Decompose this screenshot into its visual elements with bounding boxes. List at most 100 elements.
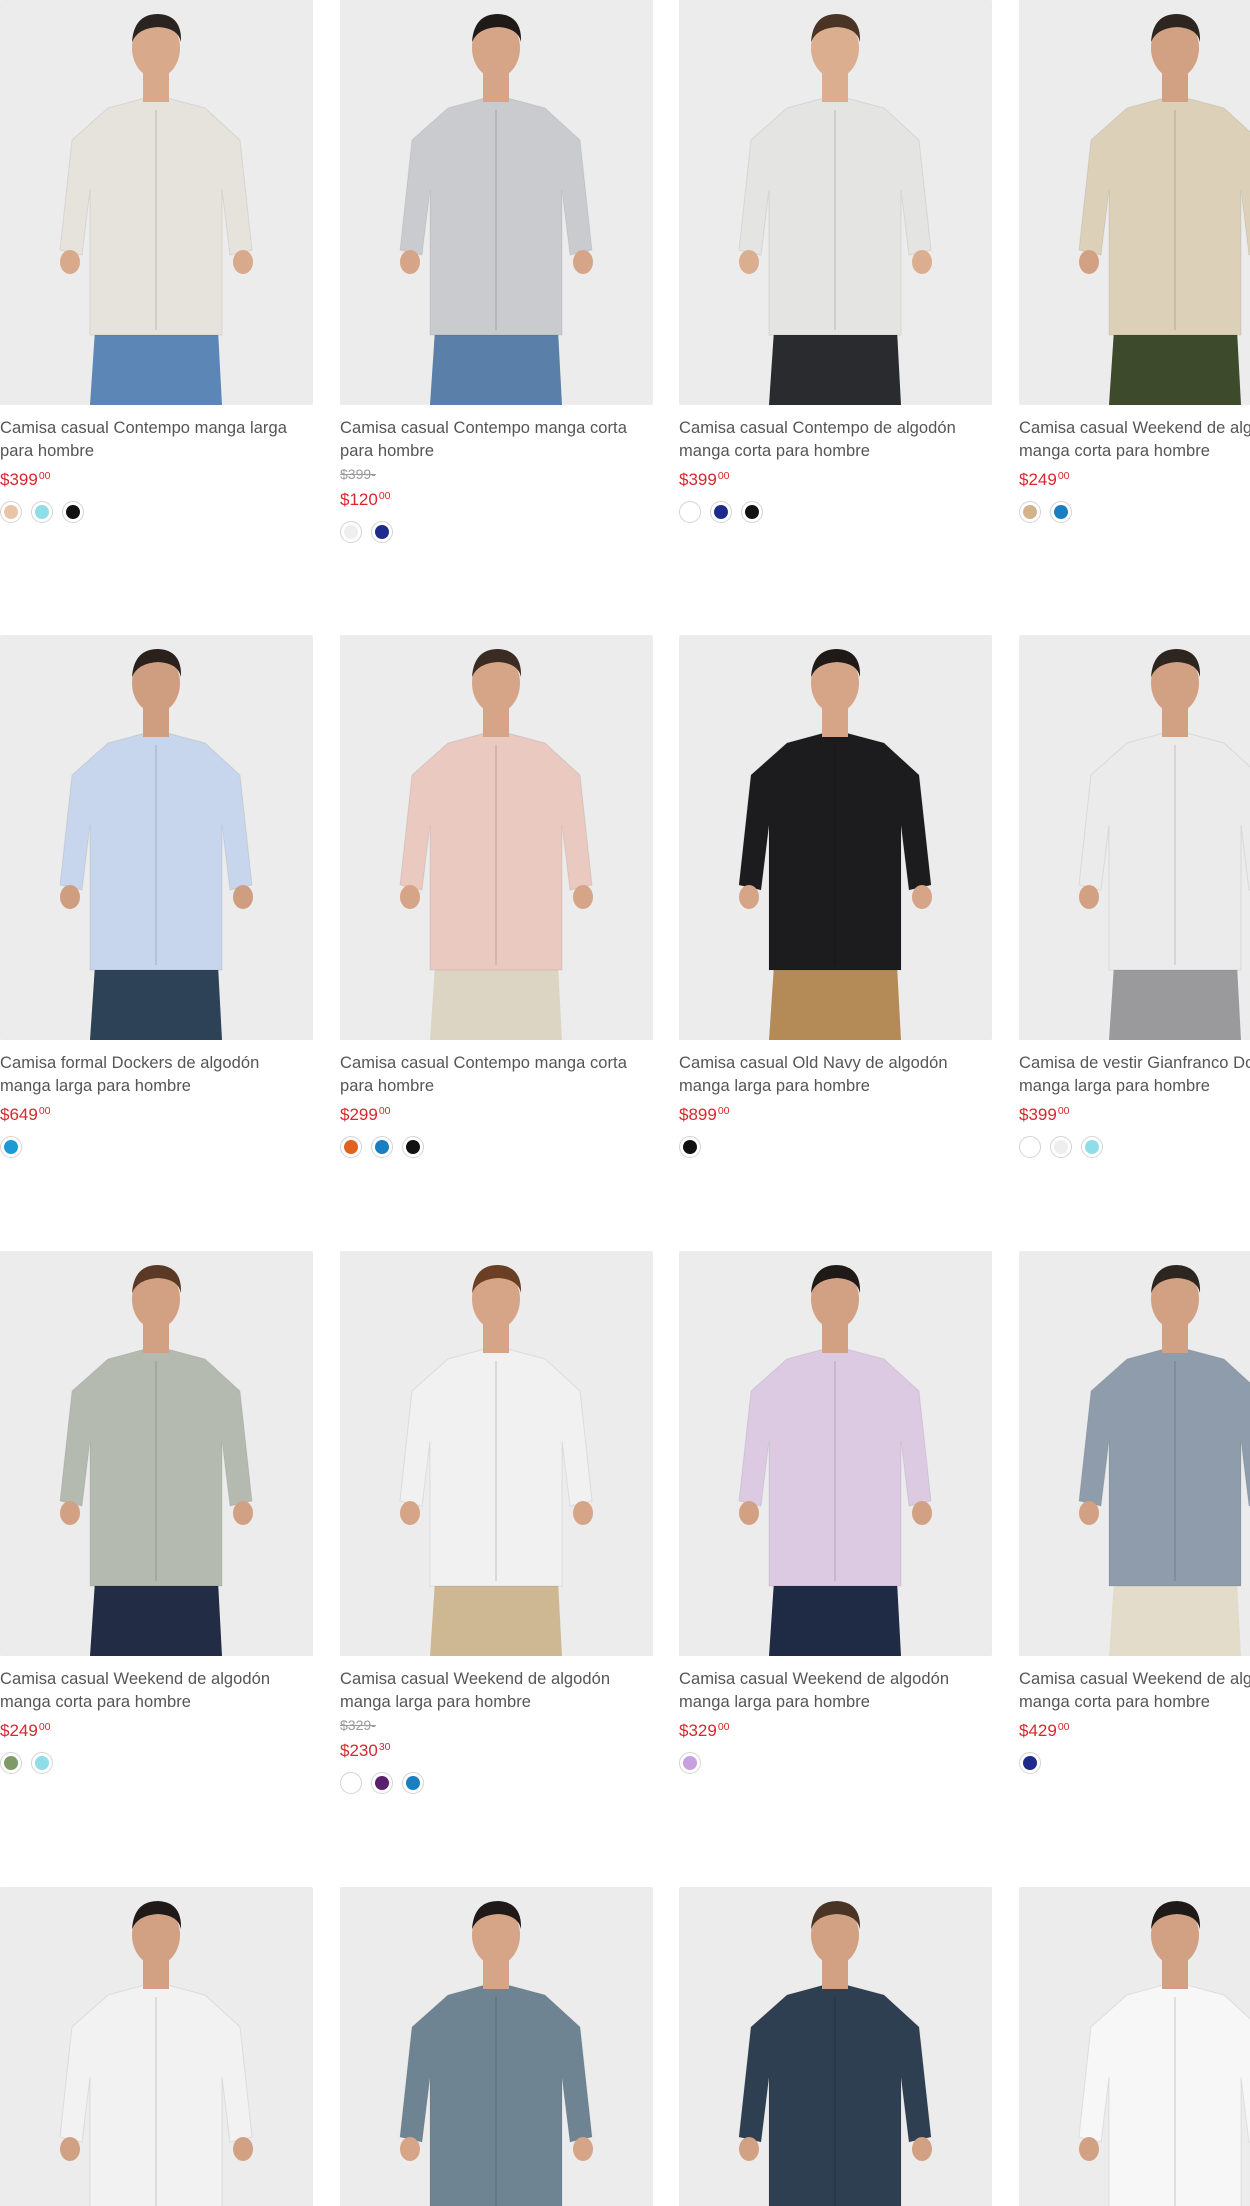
price-amount: $299 (340, 1105, 378, 1124)
price-cents: 00 (38, 1721, 51, 1733)
color-swatch[interactable] (340, 521, 362, 543)
color-swatches (340, 1772, 653, 1798)
product-image[interactable] (340, 635, 653, 1040)
product-title[interactable]: Camisa casual Contempo manga larga para … (0, 417, 313, 463)
product-title[interactable]: Camisa formal Dockers de algodón manga l… (0, 1052, 313, 1098)
product-price: $39900 (679, 465, 992, 491)
product-card[interactable] (679, 1887, 992, 2206)
color-swatch[interactable] (340, 1136, 362, 1158)
product-card[interactable] (1019, 1887, 1250, 2206)
color-swatch[interactable] (0, 501, 22, 523)
color-swatch[interactable] (31, 1752, 53, 1774)
product-price: $39900 (1019, 1100, 1250, 1126)
product-card[interactable]: Camisa casual Old Navy de algodón manga … (679, 635, 992, 1162)
product-image[interactable] (0, 635, 313, 1040)
color-swatches (340, 1136, 653, 1162)
pants-shape (1109, 965, 1241, 1040)
pants-shape (90, 1581, 222, 1656)
color-swatch[interactable] (62, 501, 84, 523)
product-image[interactable] (679, 635, 992, 1040)
color-swatches (0, 1752, 313, 1778)
product-card[interactable]: Camisa de vestir Gianfranco Dormi manga … (1019, 635, 1250, 1162)
product-image[interactable] (340, 0, 653, 405)
product-card[interactable]: Camisa casual Weekend de algodón manga l… (340, 1251, 653, 1798)
color-swatch[interactable] (340, 1772, 362, 1794)
price-cents: 00 (717, 470, 730, 482)
product-card[interactable] (340, 1887, 653, 2206)
product-title[interactable]: Camisa casual Weekend de algodón manga c… (0, 1668, 313, 1714)
product-card[interactable]: Camisa casual Contempo manga larga para … (0, 0, 313, 527)
product-image[interactable] (0, 1887, 313, 2206)
product-card[interactable]: Camisa formal Dockers de algodón manga l… (0, 635, 313, 1162)
product-price: $24900 (1019, 465, 1250, 491)
pants-shape (90, 965, 222, 1040)
pants-shape (430, 965, 562, 1040)
product-image[interactable] (340, 1887, 653, 2206)
original-price: $399- (340, 466, 376, 482)
color-swatch[interactable] (371, 521, 393, 543)
color-swatch[interactable] (741, 501, 763, 523)
model-photo (1019, 635, 1250, 1040)
product-image[interactable] (340, 1251, 653, 1656)
product-card[interactable]: Camisa casual Weekend de algodón manga c… (1019, 1251, 1250, 1778)
color-swatch[interactable] (1050, 501, 1072, 523)
color-swatch[interactable] (1019, 501, 1041, 523)
pants-shape (1109, 1581, 1241, 1656)
product-image[interactable] (1019, 1251, 1250, 1656)
product-card[interactable]: Camisa casual Contempo manga corta para … (340, 0, 653, 547)
color-swatch[interactable] (402, 1772, 424, 1794)
color-swatch[interactable] (679, 501, 701, 523)
color-swatch[interactable] (1081, 1136, 1103, 1158)
color-swatch[interactable] (710, 501, 732, 523)
price-cents: 00 (378, 1105, 391, 1117)
color-swatch[interactable] (1019, 1136, 1041, 1158)
price-amount: $230 (340, 1741, 378, 1760)
product-card[interactable]: Camisa casual Contempo manga corta para … (340, 635, 653, 1162)
color-swatch[interactable] (679, 1136, 701, 1158)
color-swatch[interactable] (0, 1752, 22, 1774)
color-swatch[interactable] (0, 1136, 22, 1158)
model-photo (0, 635, 313, 1040)
price-cents: 30 (378, 1741, 391, 1753)
product-title[interactable]: Camisa casual Weekend de algodón manga c… (1019, 417, 1250, 463)
product-title[interactable]: Camisa casual Weekend de algodón manga c… (1019, 1668, 1250, 1714)
product-image[interactable] (1019, 0, 1250, 405)
color-swatch[interactable] (679, 1752, 701, 1774)
product-image[interactable] (0, 1251, 313, 1656)
product-card[interactable]: Camisa casual Contempo de algodón manga … (679, 0, 992, 527)
price-amount: $399 (679, 470, 717, 489)
product-image[interactable] (0, 0, 313, 405)
color-swatch[interactable] (1050, 1136, 1072, 1158)
product-card[interactable]: Camisa casual Weekend de algodón manga c… (0, 1251, 313, 1778)
product-title[interactable]: Camisa casual Weekend de algodón manga l… (340, 1668, 653, 1714)
product-card[interactable] (0, 1887, 313, 2206)
color-swatch[interactable] (371, 1772, 393, 1794)
product-title[interactable]: Camisa casual Contempo manga corta para … (340, 1052, 653, 1098)
product-image[interactable] (679, 0, 992, 405)
color-swatches (679, 1752, 992, 1778)
product-title[interactable]: Camisa casual Contempo manga corta para … (340, 417, 653, 463)
color-swatch[interactable] (31, 501, 53, 523)
pants-shape (430, 1581, 562, 1656)
pants-shape (769, 1581, 901, 1656)
product-title[interactable]: Camisa casual Weekend de algodón manga l… (679, 1668, 992, 1714)
color-swatch[interactable] (402, 1136, 424, 1158)
price-amount: $249 (1019, 470, 1057, 489)
color-swatch[interactable] (371, 1136, 393, 1158)
product-image[interactable] (679, 1251, 992, 1656)
color-swatch[interactable] (1019, 1752, 1041, 1774)
product-title[interactable]: Camisa de vestir Gianfranco Dormi manga … (1019, 1052, 1250, 1098)
price-amount: $649 (0, 1105, 38, 1124)
product-image[interactable] (679, 1887, 992, 2206)
product-image[interactable] (1019, 635, 1250, 1040)
product-title[interactable]: Camisa casual Contempo de algodón manga … (679, 417, 992, 463)
product-card[interactable]: Camisa casual Weekend de algodón manga l… (679, 1251, 992, 1778)
color-swatches (340, 521, 653, 547)
price-amount: $399 (1019, 1105, 1057, 1124)
product-image[interactable] (1019, 1887, 1250, 2206)
price-cents: 00 (717, 1721, 730, 1733)
product-title[interactable]: Camisa casual Old Navy de algodón manga … (679, 1052, 992, 1098)
color-swatches (679, 1136, 992, 1162)
price-cents: 00 (717, 1105, 730, 1117)
product-card[interactable]: Camisa casual Weekend de algodón manga c… (1019, 0, 1250, 527)
